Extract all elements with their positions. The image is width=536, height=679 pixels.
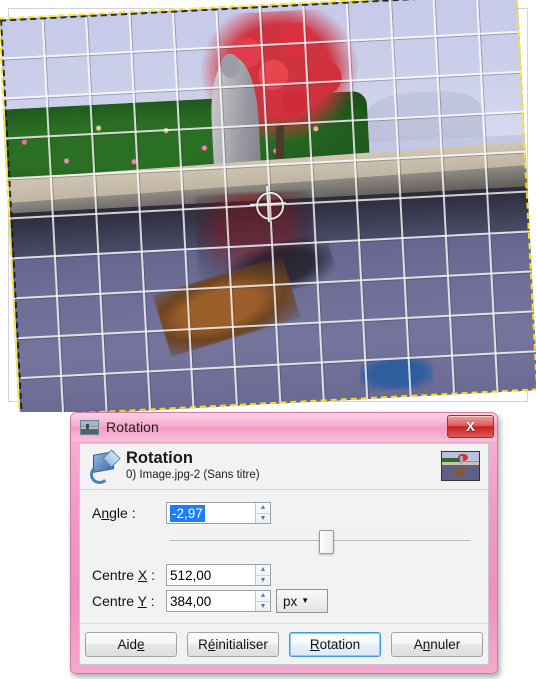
unit-value: px	[283, 593, 298, 609]
angle-spin-buttons[interactable]: ▲ ▼	[255, 503, 270, 523]
layer-preview-thumbnail	[441, 451, 480, 481]
dialog-header: Rotation 0) Image.jpg-2 (Sans titre)	[80, 444, 488, 490]
rotation-dialog[interactable]: Rotation X Rotation 0) Image.jpg-2 (Sans…	[70, 412, 498, 674]
dialog-body: Rotation 0) Image.jpg-2 (Sans titre) Ang…	[79, 443, 489, 665]
rotate-tool-icon	[88, 449, 121, 484]
centre-x-input[interactable]: 512,00	[167, 565, 255, 585]
centre-y-row: Centre Y : 384,00 ▲ ▼ px ▼	[92, 589, 478, 613]
dialog-titlebar[interactable]: Rotation X	[71, 413, 497, 441]
image-thumbnail-icon	[80, 419, 99, 435]
centre-x-spin-buttons[interactable]: ▲ ▼	[255, 565, 270, 585]
centre-x-row: Centre X : 512,00 ▲ ▼	[92, 564, 478, 586]
cancel-button[interactable]: An nuler	[391, 631, 483, 657]
angle-spin-up[interactable]: ▲	[256, 503, 270, 514]
help-button[interactable]: Aid e	[85, 631, 177, 657]
image-canvas[interactable]	[0, 0, 536, 412]
centre-x-spin-down[interactable]: ▼	[256, 576, 270, 586]
rotated-image-preview[interactable]	[0, 0, 536, 412]
angle-row: Angle : -2,97 ▲ ▼	[92, 502, 478, 524]
unit-dropdown[interactable]: px ▼	[276, 589, 328, 613]
centre-y-spin-up[interactable]: ▲	[256, 591, 270, 602]
header-title: Rotation	[126, 449, 193, 467]
dialog-title: Rotation	[106, 419, 159, 435]
reset-button[interactable]: Ré initialiser	[187, 631, 279, 657]
centre-y-spinner[interactable]: 384,00 ▲ ▼	[166, 590, 271, 612]
angle-label: Angle :	[92, 505, 136, 521]
centre-x-spinner[interactable]: 512,00 ▲ ▼	[166, 564, 271, 586]
centre-x-label: Centre X :	[92, 567, 156, 583]
header-subtitle: 0) Image.jpg-2 (Sans titre)	[126, 469, 260, 481]
slider-handle[interactable]	[319, 530, 335, 554]
close-icon[interactable]: X	[447, 415, 494, 438]
centre-y-label: Centre Y :	[92, 593, 155, 609]
angle-spinner[interactable]: -2,97 ▲ ▼	[166, 502, 271, 524]
centre-x-spin-up[interactable]: ▲	[256, 565, 270, 576]
chevron-down-icon: ▼	[301, 596, 310, 605]
angle-spin-down[interactable]: ▼	[256, 514, 270, 524]
angle-slider[interactable]	[170, 528, 478, 554]
dialog-form: Angle : -2,97 ▲ ▼ Centre X : 512,00 ▲ ▼ …	[80, 490, 488, 618]
centre-y-spin-down[interactable]: ▼	[256, 602, 270, 612]
angle-input[interactable]: -2,97	[167, 503, 255, 523]
rotate-button[interactable]: Rotation	[289, 631, 381, 657]
dialog-button-row: Aid e Ré initialiser Rotation An nuler	[80, 623, 488, 664]
centre-y-spin-buttons[interactable]: ▲ ▼	[255, 591, 270, 611]
centre-y-input[interactable]: 384,00	[167, 591, 255, 611]
